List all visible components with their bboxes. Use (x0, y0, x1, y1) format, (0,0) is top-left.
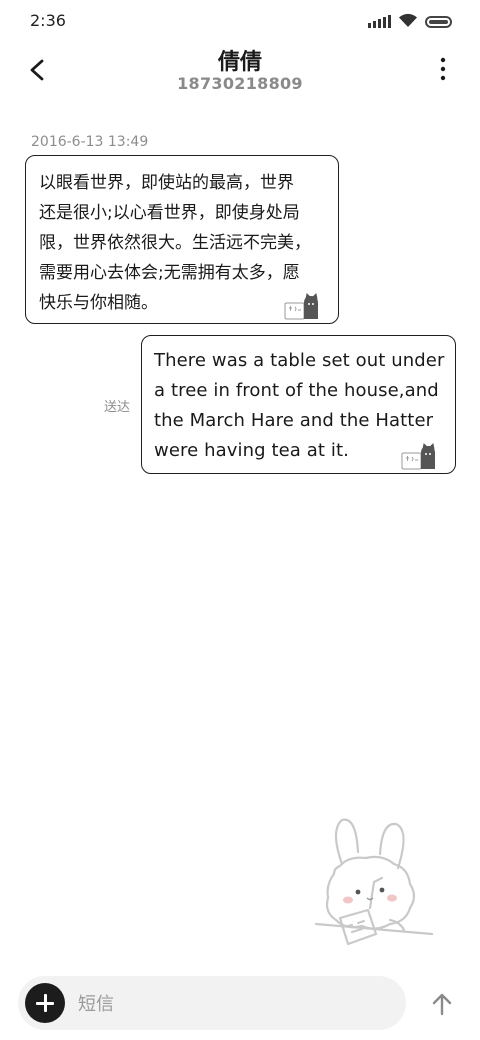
status-bar: 2:36 (0, 0, 480, 40)
arrow-up-icon (432, 993, 452, 1016)
signal-icon (368, 14, 391, 28)
message-line: 需要用心去体会;无需拥有太多，愿 (39, 263, 300, 283)
contact-name: 倩倩 (217, 50, 262, 75)
contact-number: 18730218809 (177, 74, 303, 93)
message-line: There was a table set out under (154, 350, 445, 371)
status-time: 2:36 (30, 11, 66, 30)
bunny-illustration (314, 818, 434, 946)
message-line: 限，世界依然很大。生活远不完美， (39, 233, 311, 253)
more-options-button[interactable] (430, 56, 456, 82)
wifi-icon (399, 13, 417, 27)
battery-icon (425, 16, 452, 28)
message-composer (18, 976, 406, 1030)
sms-input[interactable] (76, 986, 390, 1022)
more-vertical-icon (440, 57, 446, 81)
bubble-sticker-icon (284, 292, 318, 320)
add-attachment-button[interactable] (25, 983, 65, 1023)
delivery-status: 送达 (104, 400, 131, 415)
status-icons (368, 12, 452, 28)
message-line: the March Hare and the Hatter (154, 410, 434, 431)
outgoing-message-bubble[interactable]: There was a table set out under a tree i… (141, 335, 456, 474)
message-line: 还是很小;以心看世界，即使身处局 (39, 203, 300, 223)
message-line: 以眼看世界，即使站的最高，世界 (39, 173, 294, 193)
message-timestamp: 2016-6-13 13:49 (31, 134, 149, 150)
message-line: a tree in front of the house,and (154, 380, 439, 401)
send-button[interactable] (428, 990, 456, 1018)
bubble-sticker-icon (401, 442, 435, 470)
incoming-message-bubble[interactable]: 以眼看世界，即使站的最高，世界 还是很小;以心看世界，即使身处局 限，世界依然很… (25, 155, 339, 324)
